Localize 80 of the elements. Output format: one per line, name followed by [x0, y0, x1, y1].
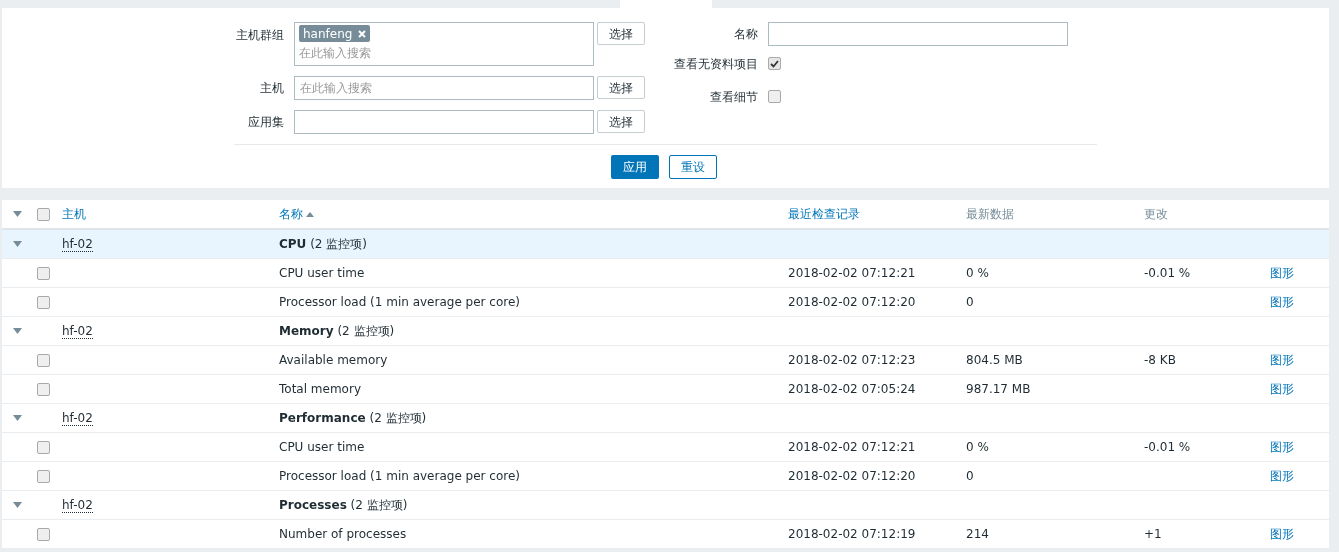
- item-name: CPU user time: [279, 266, 365, 280]
- host-link[interactable]: hf-02: [62, 411, 93, 426]
- field-label: 名称: [733, 26, 759, 43]
- change-value: +1: [1144, 527, 1162, 541]
- change-value: -0.01 %: [1144, 440, 1191, 454]
- host-link[interactable]: hf-02: [62, 237, 93, 252]
- select-button[interactable]: 选择: [597, 22, 645, 45]
- select-button[interactable]: 选择: [597, 76, 645, 99]
- last-check-time: 2018-02-02 07:12:20: [788, 295, 916, 309]
- last-check-time: 2018-02-02 07:12:21: [788, 266, 916, 280]
- search-input[interactable]: 在此输入搜索: [299, 44, 589, 62]
- checkbox[interactable]: [37, 527, 50, 541]
- close-icon[interactable]: [358, 29, 367, 38]
- item-name: CPU user time: [279, 440, 365, 454]
- field-label: 应用集: [247, 114, 285, 131]
- checkbox[interactable]: [37, 440, 50, 454]
- host-link[interactable]: hf-02: [62, 324, 93, 339]
- apply-button[interactable]: 应用: [610, 155, 659, 179]
- expand-arrow-icon[interactable]: [13, 241, 22, 247]
- application-field[interactable]: [294, 110, 594, 134]
- checkbox[interactable]: [37, 353, 50, 367]
- checkbox[interactable]: [37, 207, 50, 221]
- graph-link[interactable]: 图形: [1270, 467, 1294, 485]
- multiselect-field[interactable]: hanfeng 在此输入搜索: [294, 22, 594, 66]
- last-check-time: 2018-02-02 07:12:19: [788, 527, 916, 541]
- checkmark-icon: [770, 59, 779, 68]
- latest-value: 0 %: [966, 440, 989, 454]
- change-value: -8 KB: [1144, 353, 1176, 367]
- field-label: 查看无资料项目: [673, 55, 759, 73]
- checkbox[interactable]: [37, 266, 50, 280]
- latest-value: 214: [966, 527, 989, 541]
- application-name: Performance (2 监控项): [279, 411, 427, 425]
- field-label: 主机: [259, 80, 285, 97]
- last-check-time: 2018-02-02 07:05:24: [788, 382, 916, 396]
- graph-link[interactable]: 图形: [1270, 380, 1294, 398]
- item-name: Available memory: [279, 353, 388, 367]
- expand-arrow-icon[interactable]: [13, 415, 22, 421]
- select-button[interactable]: 选择: [597, 110, 645, 133]
- application-name: Processes (2 监控项): [279, 498, 408, 512]
- expand-arrow-icon[interactable]: [13, 502, 22, 508]
- item-name: Processor load (1 min average per core): [279, 469, 520, 483]
- field-label: 查看细节: [709, 88, 759, 106]
- checkbox[interactable]: [768, 57, 781, 70]
- host-link[interactable]: hf-02: [62, 498, 93, 513]
- last-check-time: 2018-02-02 07:12:23: [788, 353, 916, 367]
- latest-value: 0 %: [966, 266, 989, 280]
- checkbox[interactable]: [37, 382, 50, 396]
- host-field[interactable]: 在此输入搜索: [294, 76, 594, 100]
- item-name: Total memory: [279, 382, 361, 396]
- column-header: 更改: [1144, 206, 1168, 223]
- item-name: Processor load (1 min average per core): [279, 295, 520, 309]
- graph-link[interactable]: 图形: [1270, 525, 1294, 543]
- column-header[interactable]: 最近检查记录: [788, 205, 860, 223]
- latest-value: 987.17 MB: [966, 382, 1031, 396]
- checkbox[interactable]: [37, 469, 50, 483]
- reset-button[interactable]: 重设: [668, 155, 717, 179]
- last-check-time: 2018-02-02 07:12:20: [788, 469, 916, 483]
- graph-link[interactable]: 图形: [1270, 264, 1294, 282]
- expand-arrow-icon[interactable]: [13, 328, 22, 334]
- item-name: Number of processes: [279, 527, 407, 541]
- change-value: -0.01 %: [1144, 266, 1191, 280]
- sort-up-icon: [306, 211, 314, 217]
- column-header[interactable]: 名称: [279, 205, 314, 223]
- application-name: CPU (2 监控项): [279, 237, 367, 251]
- tag-label: hanfeng: [303, 25, 353, 43]
- column-header[interactable]: 主机: [62, 205, 86, 223]
- name-field[interactable]: [768, 22, 1068, 46]
- application-name: Memory (2 监控项): [279, 324, 395, 338]
- graph-link[interactable]: 图形: [1270, 351, 1294, 369]
- graph-link[interactable]: 图形: [1270, 293, 1294, 311]
- checkbox[interactable]: [37, 295, 50, 309]
- graph-link[interactable]: 图形: [1270, 438, 1294, 456]
- latest-value: 804.5 MB: [966, 353, 1023, 367]
- column-header: 最新数据: [966, 206, 1014, 223]
- latest-value: 0: [966, 469, 974, 483]
- latest-value: 0: [966, 295, 974, 309]
- checkbox[interactable]: [768, 90, 781, 103]
- field-label: 主机群组: [235, 27, 285, 44]
- last-check-time: 2018-02-02 07:12:21: [788, 440, 916, 454]
- expand-arrow-icon[interactable]: [13, 211, 22, 217]
